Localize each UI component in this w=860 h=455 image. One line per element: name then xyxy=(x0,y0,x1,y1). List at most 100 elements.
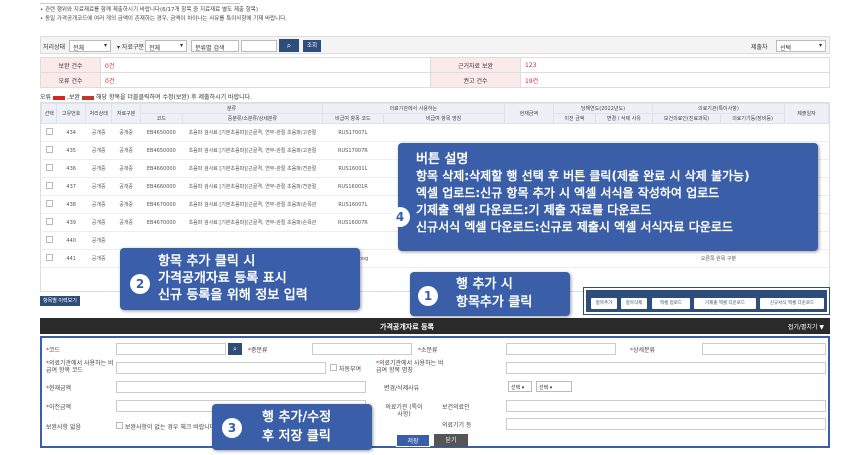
row-checkbox[interactable] xyxy=(45,200,53,207)
supp-checkbox[interactable]: 보완사항이 없는 경우 체크 바랍니다. xyxy=(116,422,217,431)
amount-label: *현재금액 xyxy=(46,385,72,392)
callout-2-line-3: 신규 등록을 위해 정보 입력 xyxy=(158,288,308,303)
callout-3-line-1: 행 추가/수정 xyxy=(262,410,332,425)
amount-input[interactable] xyxy=(116,381,366,393)
row-checkbox[interactable] xyxy=(45,236,53,243)
search-input[interactable] xyxy=(241,40,277,52)
reason-select-1[interactable]: 선택 ▾ xyxy=(508,381,532,392)
callout-1-line-2: 항목추가 클릭 xyxy=(456,295,533,310)
detail-input[interactable] xyxy=(702,343,826,355)
col-inst-name[interactable]: 비급여 항목 명칭 xyxy=(382,113,505,124)
recommend-value: 19건 xyxy=(520,72,830,88)
register-panel-header: 가격공개자료 등록 접기/펼치기 ▼ xyxy=(40,318,830,334)
error-swatch xyxy=(53,95,66,100)
callout-4: 4 버튼 설명 항목 삭제:삭제할 행 선택 후 버튼 클릭(제출 완료 시 삭… xyxy=(390,143,818,251)
detail-label: *상세분류 xyxy=(630,347,656,354)
table-row[interactable]: 434 공개중 공개중 EB4650000 초음파 검사료 [기본초음파](근골격, 연… xyxy=(41,123,829,142)
callout-4-line-4: 기제출 엑셀 다운로드:기 제출 자료를 다운로드 xyxy=(416,203,652,217)
chevron-down-icon: ▾ xyxy=(818,42,822,49)
small-input[interactable] xyxy=(506,343,616,355)
small-label: *소분류 xyxy=(418,347,438,354)
row-checkbox[interactable] xyxy=(45,254,53,261)
supp-label: 보완사항 없음 xyxy=(46,424,82,431)
col-inst: 의료기관에서 사용하는 xyxy=(322,103,505,114)
history-button[interactable]: 항목별 이력보기 xyxy=(40,296,80,306)
notice-line-2: • 동일 가격공개코드에 여러 개의 금액이 존재하는 경우, 금액이 차이나는… xyxy=(40,16,288,22)
code-search-button[interactable]: ⌕ xyxy=(228,343,242,355)
top-divider xyxy=(40,0,240,4)
callout-1-line-1: 행 추가 시 xyxy=(456,277,513,292)
col-no[interactable]: 고유번호 xyxy=(56,103,86,124)
inst-special-label: 의료기관 (특이사항) xyxy=(385,404,423,418)
col-dev-name[interactable]: 보건의료인(진료과목) xyxy=(651,113,722,124)
callout-4-number: 4 xyxy=(390,207,410,227)
callout-3: 3 행 추가/수정 후 저장 클릭 xyxy=(212,404,372,450)
save-button[interactable]: 저장 xyxy=(396,434,430,447)
health-input[interactable] xyxy=(506,400,826,412)
col-category: 분류 xyxy=(139,103,324,114)
triangle-down-icon: ▼ xyxy=(819,324,824,331)
query-button[interactable]: 조회 xyxy=(303,40,321,52)
inst-name-input[interactable] xyxy=(506,362,826,374)
col-change[interactable]: 변경 / 삭제 사유 xyxy=(594,113,653,124)
legend: 오류 ,보완 해당 항목을 더블클릭하여 수정(보완) 후 제출하시기 바랍니다. xyxy=(40,92,252,101)
code-label: *코드 xyxy=(46,347,61,354)
summary-table: 보완 건수 0건 근거자료 보완 123 오류 건수 0건 권고 건수 19건 xyxy=(40,57,830,88)
col-date[interactable]: 제출일자 xyxy=(783,103,829,124)
year-select[interactable]: 선택 ▾ xyxy=(776,40,826,52)
callout-4-line-1: 버튼 설명 xyxy=(416,152,469,167)
col-select: 선택 xyxy=(41,103,58,124)
excel-upload-button[interactable]: 엑셀 업로드 xyxy=(652,298,690,309)
add-item-button[interactable]: 항목추가 xyxy=(591,298,617,309)
row-checkbox[interactable] xyxy=(45,182,53,189)
device-input[interactable] xyxy=(506,418,826,430)
mid-input[interactable] xyxy=(312,343,412,355)
supplement-label: 보완 건수 xyxy=(40,57,101,73)
status-label: 처리상태 xyxy=(43,44,66,51)
row-checkbox[interactable] xyxy=(45,128,53,135)
status-select[interactable]: 전체 ▾ xyxy=(69,40,111,52)
callout-4-line-3: 엑셀 업로드:신규 항목 추가 시 엑셀 서식을 작성하여 업로드 xyxy=(416,186,720,200)
row-checkbox[interactable] xyxy=(45,218,53,225)
extra-cell: 오른쪽 원목 구분 xyxy=(652,249,785,268)
col-type[interactable]: 자료구분 xyxy=(111,103,141,124)
category-select[interactable]: 분류별 검색 xyxy=(191,40,239,52)
callout-3-line-2: 후 저장 클릭 xyxy=(262,429,331,444)
error-value: 0건 xyxy=(100,72,431,88)
device-label: 의료기기 등 xyxy=(442,422,472,429)
chevron-down-icon: ▾ xyxy=(103,42,107,49)
legend-text: 해당 항목을 더블클릭하여 수정(보완) 후 제출하시기 바랍니다. xyxy=(96,94,253,101)
toggle-panel-button[interactable]: 접기/펼치기 ▼ xyxy=(788,322,824,331)
supplement-swatch xyxy=(82,95,94,100)
col-code[interactable]: 코드 xyxy=(139,113,183,124)
inst-code-input[interactable] xyxy=(116,362,326,374)
search-button[interactable]: ⌕ xyxy=(279,39,299,52)
callout-1: 1 행 추가 시 항목추가 클릭 xyxy=(410,272,570,316)
type-select[interactable]: 전체 ▾ xyxy=(145,40,187,52)
col-status[interactable]: 처리상태 xyxy=(84,103,113,124)
reason-select-2[interactable]: 선택 ▾ xyxy=(536,381,572,392)
inst-name-label: *의료기관에서 사용하는 비급여 항목 명칭 xyxy=(376,360,444,374)
download-new-template-button[interactable]: 신규서식 엑셀 다운로드 xyxy=(760,298,824,309)
col-amount[interactable]: 현재금액 xyxy=(503,103,555,124)
delete-item-button[interactable]: 항목삭제 xyxy=(621,298,647,309)
supplement-value: 0건 xyxy=(100,57,431,73)
col-dev2[interactable]: 의료기기등(장비등) xyxy=(720,113,785,124)
close-button[interactable]: 닫기 xyxy=(434,434,468,447)
callout-2-number: 2 xyxy=(130,274,150,294)
col-inst-code[interactable]: 비급여 항목 코드 xyxy=(322,113,384,124)
col-sub[interactable]: 중분류/소분류/상세분류 xyxy=(181,113,324,124)
download-submitted-button[interactable]: 기제출 엑셀 다운로드 xyxy=(694,298,756,309)
row-checkbox[interactable] xyxy=(45,164,53,171)
error-label: 오류 건수 xyxy=(40,72,101,88)
row-checkbox[interactable] xyxy=(45,146,53,153)
legend-error-label: 오류 xyxy=(40,94,52,101)
action-button-row: 항목추가 항목삭제 엑셀 업로드 기제출 엑셀 다운로드 신규서식 엑셀 다운로… xyxy=(583,287,830,315)
code-input[interactable] xyxy=(116,343,226,355)
col-prev[interactable]: 이전 금액 xyxy=(553,113,596,124)
chevron-down-icon: ▾ xyxy=(179,42,183,49)
auto-assign-check[interactable]: 자동부여 xyxy=(330,364,361,373)
panel-title: 가격공개자료 등록 xyxy=(380,323,434,331)
search-icon: ⌕ xyxy=(233,345,237,353)
mid-label: *중분류 xyxy=(248,347,268,354)
